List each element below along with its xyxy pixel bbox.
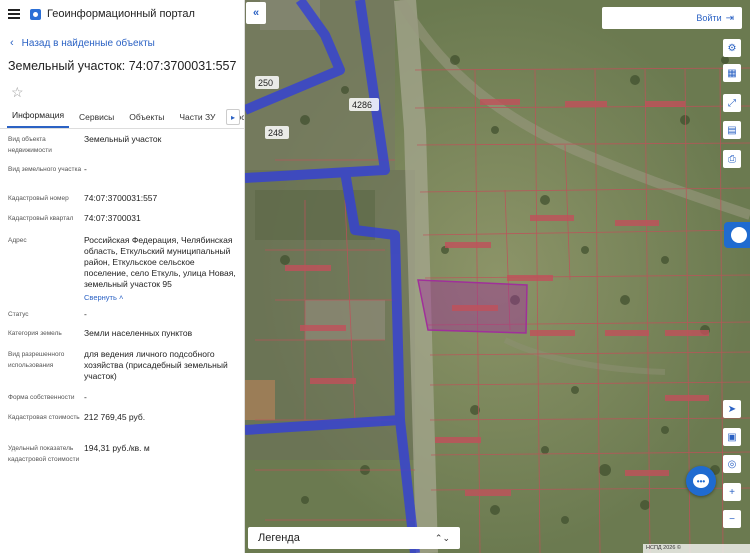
assistant-icon (731, 227, 747, 243)
chat-icon: ••• (693, 474, 709, 488)
layers-icon[interactable]: ⚙ (723, 39, 741, 57)
attr-key: Статус (8, 311, 29, 318)
geo-search-icon[interactable]: ◎ (723, 455, 741, 473)
measure-icon[interactable]: ⤢ (723, 94, 741, 112)
locate-icon[interactable]: ➤ (723, 400, 741, 418)
identify-icon[interactable]: ▤ (723, 121, 741, 139)
attr-row-cadastral-value: Кадастровая стоимость 212 769,45 руб. (8, 412, 238, 423)
hamburger-icon[interactable] (8, 9, 20, 19)
attr-value: - (84, 164, 87, 174)
map-view[interactable]: 250 4286 248 « Войти ⇥ ⚙ ▦ ⤢ ▤ ⎙ ••• ➤ ▣… (245, 0, 750, 553)
topbar: Геоинформационный портал (0, 0, 244, 28)
attr-value: - (84, 309, 87, 319)
app-title: Геоинформационный портал (47, 8, 195, 20)
tab-bar: Информация Сервисы Объекты Части ЗУ Сост… (0, 107, 244, 129)
tab-objects[interactable]: Объекты (124, 112, 169, 128)
attr-key: Удельный показатель кадастровой стоимост… (8, 445, 80, 463)
favorite-star-icon[interactable]: ☆ (11, 85, 25, 99)
zoom-out-icon[interactable]: − (723, 510, 741, 528)
attr-value: для ведения личного подсобного хозяйства… (84, 349, 228, 381)
map-label-250: 250 (258, 78, 273, 88)
attr-value: 212 769,45 руб. (84, 412, 146, 422)
chat-button[interactable]: ••• (686, 466, 716, 496)
map-copyright: НСПД 2026 © (643, 544, 750, 553)
attr-value-address: Российская Федерация, Челябинская област… (84, 235, 238, 303)
attr-row-land-category: Категория земель Земли населенных пункто… (8, 328, 238, 339)
attr-value[interactable]: 74:07:3700031 (84, 213, 238, 224)
sidebar: Геоинформационный портал ‹ Назад в найде… (0, 0, 245, 553)
attr-key: Кадастровая стоимость (8, 414, 80, 421)
back-to-results-link[interactable]: ‹ Назад в найденные объекты (10, 36, 244, 50)
legend-dropdown[interactable]: Легенда ⌃⌄ (248, 527, 460, 549)
tab-information[interactable]: Информация (7, 110, 70, 128)
screen-icon[interactable]: ▣ (723, 428, 741, 446)
attr-row-ownership: Форма собственности - (8, 392, 238, 403)
attr-key: Адрес (8, 237, 27, 244)
attr-row-specific-value: Удельный показатель кадастровой стоимост… (8, 443, 238, 465)
side-panel-tab[interactable] (724, 222, 750, 248)
chevron-left-icon: ‹ (10, 37, 14, 49)
back-link-label: Назад в найденные объекты (21, 37, 155, 49)
collapse-label: Свернуть (84, 293, 117, 302)
attr-key: Категория земель (8, 330, 62, 337)
attr-row-address: Адрес Российская Федерация, Челябинская … (8, 235, 238, 303)
attr-key: Кадастровый номер (8, 195, 69, 202)
page-title: Земельный участок: 74:07:3700031:557 (8, 59, 237, 73)
login-label: Войти (696, 13, 722, 23)
attr-value[interactable]: 74:07:3700031:557 (84, 193, 238, 204)
collapse-button[interactable]: Свернуть ˄ (84, 292, 238, 303)
attr-key: Кадастровый квартал (8, 215, 74, 222)
chevron-updown-icon: ⌃⌄ (434, 532, 450, 543)
attr-value: - (84, 392, 87, 402)
attr-value: Земли населенных пунктов (84, 328, 193, 338)
tabs-scroll-right-icon[interactable]: ▸ (226, 109, 240, 125)
tab-services[interactable]: Сервисы (74, 112, 119, 128)
attr-key: Форма собственности (8, 394, 75, 401)
print-icon[interactable]: ⎙ (723, 150, 741, 168)
legend-label: Легенда (258, 532, 300, 544)
collapse-panel-button[interactable]: « (246, 2, 266, 24)
attr-row-cadastral-quarter: Кадастровый квартал 74:07:3700031 (8, 213, 238, 224)
tab-parts[interactable]: Части ЗУ (174, 112, 220, 128)
chevron-up-icon: ˄ (119, 293, 124, 302)
satellite-imagery: 250 4286 248 (245, 0, 750, 553)
map-label-248: 248 (268, 128, 283, 138)
attr-row-permitted-use: Вид разрешенного использования для веден… (8, 349, 238, 382)
portal-logo-icon (30, 8, 41, 20)
map-label-4286: 4286 (352, 100, 372, 110)
attr-row-cadastral-number: Кадастровый номер 74:07:3700031:557 (8, 193, 238, 204)
attr-key: Вид разрешенного использования (8, 351, 65, 369)
attr-value: 194,31 руб./кв. м (84, 443, 150, 453)
attr-key: Вид земельного участка (8, 166, 82, 173)
address-text: Российская Федерация, Челябинская област… (84, 235, 236, 289)
attr-key: Вид объекта недвижимости (8, 136, 52, 154)
attr-value: Земельный участок (84, 134, 162, 144)
login-button[interactable]: Войти ⇥ (602, 7, 742, 29)
zoom-in-icon[interactable]: + (723, 483, 741, 501)
map-base-icon[interactable]: ▦ (723, 64, 741, 82)
attr-row-parcel-type: Вид земельного участка - (8, 164, 238, 175)
login-icon: ⇥ (725, 12, 734, 24)
attr-row-object-type: Вид объекта недвижимости Земельный участ… (8, 134, 238, 156)
attr-row-status: Статус - (8, 309, 238, 320)
